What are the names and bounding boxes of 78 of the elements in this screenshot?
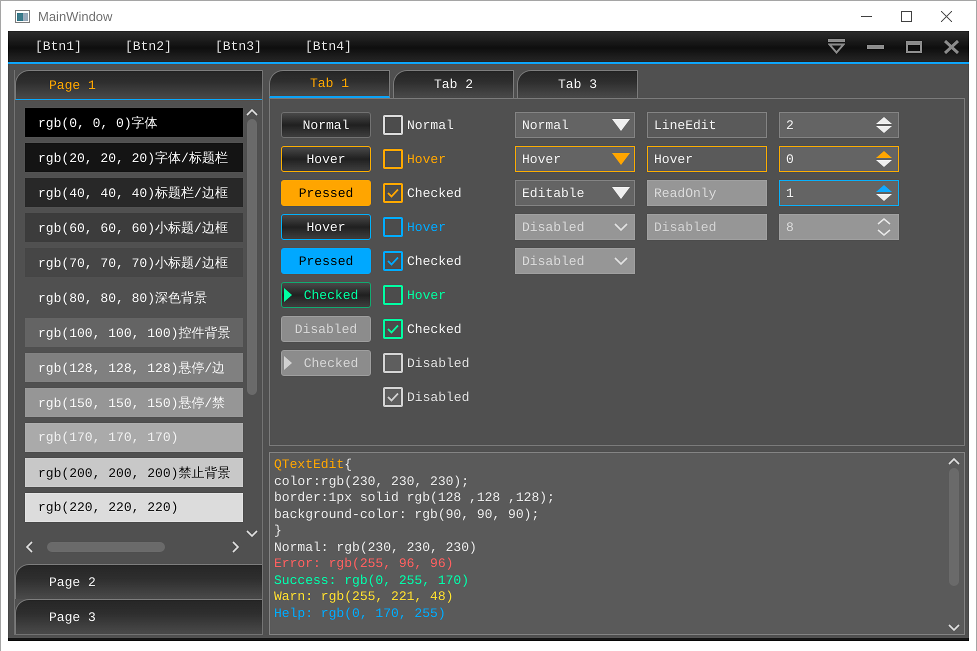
code-line: Normal: rgb(230, 230, 230) [274, 540, 478, 556]
combo-box[interactable]: Normal [515, 112, 635, 138]
checkbox[interactable]: Hover [383, 282, 503, 308]
spin-box[interactable]: 2 [779, 112, 899, 138]
tab[interactable]: Tab 2 [393, 70, 514, 98]
chevron-up-icon[interactable] [246, 108, 258, 116]
code-line: Error: rgb(255, 96, 96) [274, 556, 454, 572]
code-line: color:rgb(230, 230, 230); [274, 474, 470, 490]
code-line: QTextEdit{ [274, 457, 354, 474]
list-item[interactable]: rgb(20, 20, 20)字体/标题栏 [25, 143, 243, 172]
up-down-arrows-icon[interactable] [874, 183, 894, 203]
list-item[interactable]: rgb(60, 60, 60)小标题/边框 [25, 213, 243, 242]
list-item[interactable]: rgb(220, 220, 220) [25, 493, 243, 522]
tab[interactable]: Tab 1 [269, 70, 390, 98]
push-button[interactable]: Pressed [281, 180, 371, 206]
triangle-down-icon[interactable] [828, 39, 845, 54]
chevron-left-icon[interactable] [25, 541, 33, 553]
push-button[interactable]: Hover [281, 146, 371, 172]
window-title: MainWindow [38, 8, 112, 24]
triangle-down-icon [612, 119, 630, 131]
text-edit[interactable] [269, 452, 965, 635]
input-field[interactable]: LineEdit [647, 112, 767, 138]
checkmark-icon [387, 188, 399, 198]
code-line: Help: rgb(0, 170, 255) [274, 606, 447, 622]
code-line: } [274, 523, 283, 540]
maximize-icon[interactable] [901, 10, 912, 22]
close-icon[interactable] [944, 40, 959, 54]
chevron-up-icon[interactable] [948, 457, 960, 465]
scrollbar-thumb[interactable] [47, 542, 165, 552]
code-line: background-color: rgb(90, 90, 90); [274, 506, 540, 523]
checkbox[interactable]: Checked [383, 316, 503, 342]
triangle-down-icon [612, 187, 630, 199]
triangle-down-icon [612, 153, 630, 165]
push-button[interactable]: Pressed [281, 248, 371, 274]
chevron-down-icon [612, 221, 630, 233]
page-header[interactable]: Page 3 [15, 599, 262, 634]
code-line: Warn: rgb(255, 221, 48) [274, 589, 454, 606]
code-line: Success: rgb(0, 255, 170) [274, 572, 470, 589]
checkmark-icon [387, 324, 399, 334]
list-item[interactable]: rgb(200, 200, 200)禁止背景 [25, 458, 243, 487]
checkbox[interactable]: Checked [383, 248, 503, 274]
up-down-arrows-icon[interactable] [874, 115, 894, 135]
up-down-arrows-icon[interactable] [874, 149, 894, 169]
checkbox[interactable]: Hover [383, 146, 503, 172]
maximize-icon[interactable] [906, 40, 922, 52]
list-item[interactable]: rgb(40, 40, 40)标题栏/边框 [25, 178, 243, 207]
combo-box[interactable]: Editable [515, 180, 635, 206]
minimize-icon[interactable] [867, 44, 884, 48]
toolbar-button[interactable]: [Btn2] [120, 39, 210, 54]
checkbox[interactable]: Checked [383, 180, 503, 206]
combo-box[interactable]: Hover [515, 146, 635, 172]
spin-box[interactable]: 1 [779, 180, 899, 206]
chevron-down-icon[interactable] [246, 530, 258, 538]
toolbar-button[interactable]: [Btn4] [300, 39, 390, 54]
list-item[interactable]: rgb(128, 128, 128)悬停/边 [25, 353, 243, 382]
chevron-down-icon[interactable] [948, 624, 960, 632]
page-header[interactable]: Page 1 [15, 70, 262, 100]
list-item[interactable]: rgb(0, 0, 0)字体 [25, 108, 243, 137]
tab[interactable]: Tab 3 [517, 70, 638, 98]
push-button[interactable]: Normal [281, 112, 371, 138]
toolbar-button[interactable]: [Btn1] [30, 39, 120, 54]
list-item[interactable]: rgb(100, 100, 100)控件背景 [25, 318, 243, 347]
close-icon[interactable] [941, 10, 952, 22]
push-button[interactable]: Hover [281, 214, 371, 240]
toolbar-button[interactable]: [Btn3] [210, 39, 300, 54]
checkmark-icon [387, 392, 399, 402]
list-item[interactable]: rgb(70, 70, 70)小标题/边框 [25, 248, 243, 277]
code-line: border:1px solid rgb(128 ,128 ,128); [274, 490, 556, 506]
input-field[interactable]: Hover [647, 146, 767, 172]
spin-box[interactable]: 0 [779, 146, 899, 172]
push-button[interactable]: Checked [281, 282, 371, 308]
checkbox[interactable]: Normal [383, 112, 503, 138]
chevron-down-icon [612, 255, 630, 267]
page-header[interactable]: Page 2 [15, 564, 262, 599]
app-icon [15, 10, 30, 22]
chevron-right-icon[interactable] [232, 541, 240, 553]
checkmark-icon [387, 256, 399, 266]
scrollbar-thumb[interactable] [246, 119, 256, 395]
